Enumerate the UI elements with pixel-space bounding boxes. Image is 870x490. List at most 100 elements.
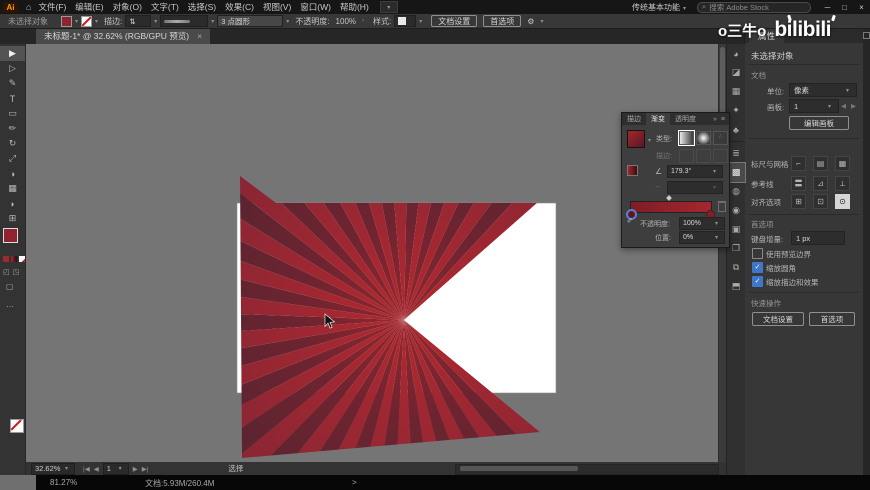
none-button[interactable] <box>19 256 25 262</box>
tab-stroke[interactable]: 描边 <box>622 113 646 125</box>
menu-编辑(E)[interactable]: 编辑(E) <box>75 1 103 13</box>
menu-帮助(H)[interactable]: 帮助(H) <box>340 1 369 13</box>
width-profile-select[interactable] <box>160 15 209 27</box>
scale-corners-checkbox[interactable]: ✓ <box>752 262 763 273</box>
quick-document-setup-button[interactable]: 文档设置 <box>752 312 804 326</box>
menu-视图(V)[interactable]: 视图(V) <box>263 1 291 13</box>
gradient-button[interactable] <box>11 256 17 262</box>
rectangle-tool[interactable]: ▭ <box>0 106 25 121</box>
selection-tool[interactable]: ▶ <box>0 46 25 61</box>
menu-文件(F)[interactable]: 文件(F) <box>38 1 66 13</box>
snap-options-icon-3[interactable]: ⊙ <box>835 194 850 209</box>
preferences-button[interactable]: 首选项 <box>483 15 522 27</box>
units-select[interactable]: 像素 ▾ <box>789 83 857 97</box>
collapse-panel-icon[interactable]: » <box>713 116 717 123</box>
style-swatch[interactable] <box>394 15 417 27</box>
panel-menu-icon[interactable]: ≡ <box>721 116 725 123</box>
fill-swatch[interactable] <box>3 228 18 243</box>
quick-preferences-button[interactable]: 首选项 <box>809 312 855 326</box>
last-artboard-icon[interactable]: ▶| <box>142 465 149 473</box>
rulers-grid-icon-2[interactable]: ▤ <box>813 156 828 171</box>
canvas-area[interactable] <box>25 44 718 462</box>
stroke-swatch[interactable] <box>10 419 24 433</box>
gradient-midpoint-handle[interactable] <box>666 195 672 201</box>
first-artboard-icon[interactable]: |◀ <box>83 465 90 473</box>
illustrator-logo-icon[interactable]: Ai <box>3 1 18 13</box>
guides-icon-1[interactable]: 〓 <box>791 176 806 191</box>
scale-strokes-checkbox[interactable]: ✓ <box>752 276 763 287</box>
control-settings-icon[interactable]: ⚙ <box>527 17 534 26</box>
artboard-tool[interactable]: ⊞ <box>0 211 25 226</box>
gradient-swatch-caret[interactable]: ▾ <box>648 137 651 144</box>
stroke-color-swatch[interactable] <box>81 15 93 27</box>
screen-mode-icon[interactable]: ▢ <box>6 282 14 291</box>
gradient-swatch[interactable] <box>627 130 645 148</box>
paintbrush-tool[interactable]: ✏ <box>0 121 25 136</box>
blend-tool[interactable]: ◑ <box>0 166 25 181</box>
gradient-eyedropper-icon[interactable]: ✐ <box>627 217 633 225</box>
menu-窗口(W)[interactable]: 窗口(W) <box>300 1 331 13</box>
scale-tool[interactable]: ⤢ <box>0 151 25 166</box>
arrange-documents-button[interactable]: ▾ <box>379 1 398 13</box>
next-artboard-icon[interactable]: ▶ <box>133 465 138 473</box>
gradient-slider[interactable] <box>630 201 712 213</box>
gradient-angle-field[interactable]: 179.3° ▾ <box>667 165 723 178</box>
menu-文字(T)[interactable]: 文字(T) <box>151 1 179 13</box>
type-tool[interactable]: T <box>0 91 25 106</box>
freeform-gradient-type-button[interactable]: ∴ <box>713 131 728 145</box>
opacity-value[interactable]: 100% <box>336 17 356 26</box>
prev-artboard-arrow-icon[interactable]: ◀ <box>841 102 846 110</box>
menu-对象(O)[interactable]: 对象(O) <box>113 1 142 13</box>
draw-normal-icon[interactable]: ◰ <box>3 268 10 276</box>
next-artboard-arrow-icon[interactable]: ▶ <box>851 102 856 110</box>
radial-gradient-type-button[interactable] <box>696 131 711 145</box>
horizontal-scroll-thumb[interactable] <box>460 466 578 471</box>
home-icon[interactable]: ⌂ <box>26 2 31 12</box>
preview-bounds-checkbox[interactable] <box>752 248 763 259</box>
guides-icon-2[interactable]: ⊿ <box>813 176 828 191</box>
linear-gradient-type-button[interactable] <box>678 130 695 146</box>
menu-效果(C)[interactable]: 效果(C) <box>225 1 254 13</box>
toolbar-overflow-icon[interactable]: ⋯ <box>6 302 14 311</box>
draw-behind-icon[interactable]: ◳ <box>13 268 20 276</box>
guides-icon-3[interactable]: ⟂ <box>835 176 850 191</box>
direct-selection-tool[interactable]: ▷ <box>0 61 25 76</box>
swatches-icon[interactable]: ▦ <box>727 82 745 101</box>
stop-position-field[interactable]: 0% ▾ <box>679 231 725 244</box>
document-setup-button[interactable]: 文档设置 <box>431 15 478 27</box>
snap-options-icon-2[interactable]: ⊡ <box>813 194 828 209</box>
mesh-tool[interactable]: ▦ <box>0 181 25 196</box>
zoom-level-field[interactable]: 32.62% ▾ <box>31 462 75 475</box>
workspace-switcher[interactable]: 传统基本功能 ▾ <box>632 2 689 13</box>
dock-collapse-strip[interactable] <box>862 28 870 475</box>
snap-options-label: 对齐选项 <box>751 198 781 207</box>
reverse-gradient-icon[interactable] <box>627 165 638 176</box>
tab-gradient[interactable]: 渐变 <box>646 113 670 125</box>
stroke-within-button <box>679 149 694 163</box>
horizontal-scrollbar[interactable] <box>455 464 719 475</box>
document-tab[interactable]: 未标题-1* @ 32.62% (RGB/GPU 预览) × <box>36 28 211 44</box>
stop-opacity-field[interactable]: 100% ▾ <box>679 217 725 230</box>
pen-tool[interactable]: ✎ <box>0 76 25 91</box>
tab-transparency[interactable]: 透明度 <box>670 113 701 125</box>
artboard-select[interactable]: 1 ▾ <box>789 99 839 113</box>
rulers-grid-icon-3[interactable]: ▦ <box>835 156 850 171</box>
color-guide-icon[interactable]: ◪ <box>727 63 745 82</box>
keyboard-increment-field[interactable]: 1 px <box>791 231 845 245</box>
rotate-tool[interactable]: ↻ <box>0 136 25 151</box>
prev-artboard-icon[interactable]: ◀ <box>94 465 99 473</box>
stroke-weight-stepper[interactable]: ⇅ <box>125 15 152 27</box>
asset-export-icon[interactable]: ⬒ <box>727 277 745 296</box>
eyedropper-tool[interactable]: ◗ <box>0 196 25 211</box>
tab-close-icon[interactable]: × <box>197 31 202 41</box>
fill-color-swatch[interactable] <box>61 15 72 27</box>
edit-artboards-button[interactable]: 编辑画板 <box>789 116 849 130</box>
color-button[interactable] <box>3 256 9 262</box>
menu-选择(S)[interactable]: 选择(S) <box>188 1 216 13</box>
artboard-number-field[interactable]: 1 ▾ <box>102 462 129 475</box>
burst-group[interactable] <box>25 44 718 462</box>
artboards-icon[interactable]: ⧉ <box>727 258 745 277</box>
snap-options-icon-1[interactable]: ⊞ <box>791 194 806 209</box>
rulers-grid-icon-1[interactable]: ⌐ <box>791 156 806 171</box>
brush-select[interactable]: 3 点圆形 <box>217 15 284 27</box>
